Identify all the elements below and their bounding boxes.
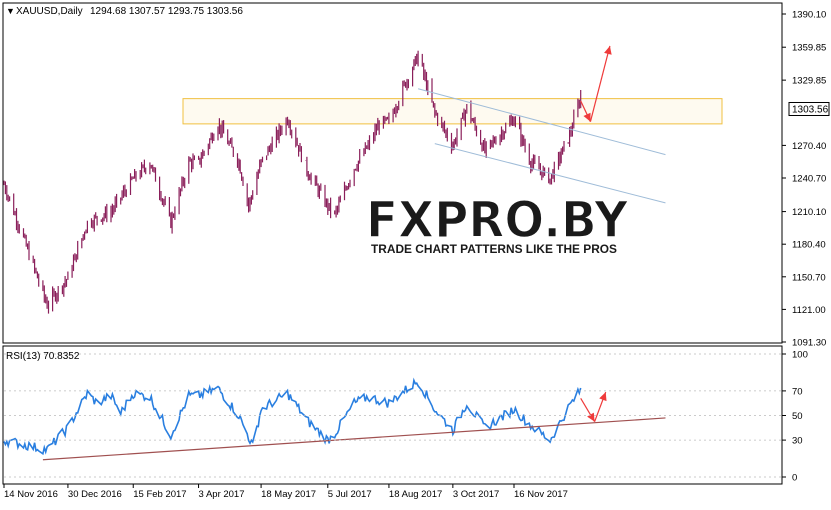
y-tick-label: 1210.10	[792, 207, 826, 218]
trading-chart[interactable]: FXPRO.BY TRADE CHART PATTERNS LIKE THE PR…	[0, 0, 831, 505]
x-tick-label: 14 Nov 2016	[4, 489, 58, 500]
rsi-label: RSI(13) 70.8352	[6, 351, 80, 362]
y-tick-label: 1091.30	[792, 338, 826, 349]
rsi-tick-label: 50	[792, 411, 803, 422]
rsi-tick-label: 100	[792, 350, 808, 361]
chart-title-arrow-icon: ▼	[6, 6, 15, 16]
y-tick-label: 1240.70	[792, 174, 826, 185]
y-tick-label: 1150.70	[792, 272, 826, 283]
x-tick-label: 15 Feb 2017	[133, 489, 186, 500]
y-tick-label: 1121.00	[792, 305, 826, 316]
y-tick-label: 1390.10	[792, 10, 826, 21]
rsi-tick-label: 30	[792, 436, 803, 447]
rsi-tick-label: 0	[792, 473, 797, 484]
y-tick-label: 1359.85	[792, 43, 826, 54]
x-tick-label: 16 Nov 2017	[514, 489, 568, 500]
y-tick-label: 1270.40	[792, 141, 826, 152]
resistance-zone	[182, 98, 723, 125]
x-tick-label: 3 Apr 2017	[199, 489, 245, 500]
x-tick-label: 5 Jul 2017	[328, 489, 372, 500]
x-tick-label: 18 May 2017	[261, 489, 316, 500]
x-tick-label: 30 Dec 2016	[68, 489, 122, 500]
x-tick-label: 18 Aug 2017	[389, 489, 442, 500]
watermark: FXPRO.BYTRADE CHART PATTERNS LIKE THE PR…	[365, 190, 629, 256]
symbol-label: XAUUSD,Daily	[16, 6, 83, 17]
y-tick-label: 1329.85	[792, 76, 826, 87]
y-tick-label: 1180.40	[792, 240, 826, 251]
rsi-tick-label: 70	[792, 386, 803, 397]
chart-canvas[interactable]: FXPRO.BYTRADE CHART PATTERNS LIKE THE PR…	[0, 0, 831, 505]
ohlc-values: 1294.68 1307.57 1293.75 1303.56	[90, 6, 243, 17]
x-tick-label: 3 Oct 2017	[453, 489, 499, 500]
current-price-label: 1303.56	[792, 104, 829, 115]
watermark-tagline: TRADE CHART PATTERNS LIKE THE PROS	[371, 244, 617, 256]
